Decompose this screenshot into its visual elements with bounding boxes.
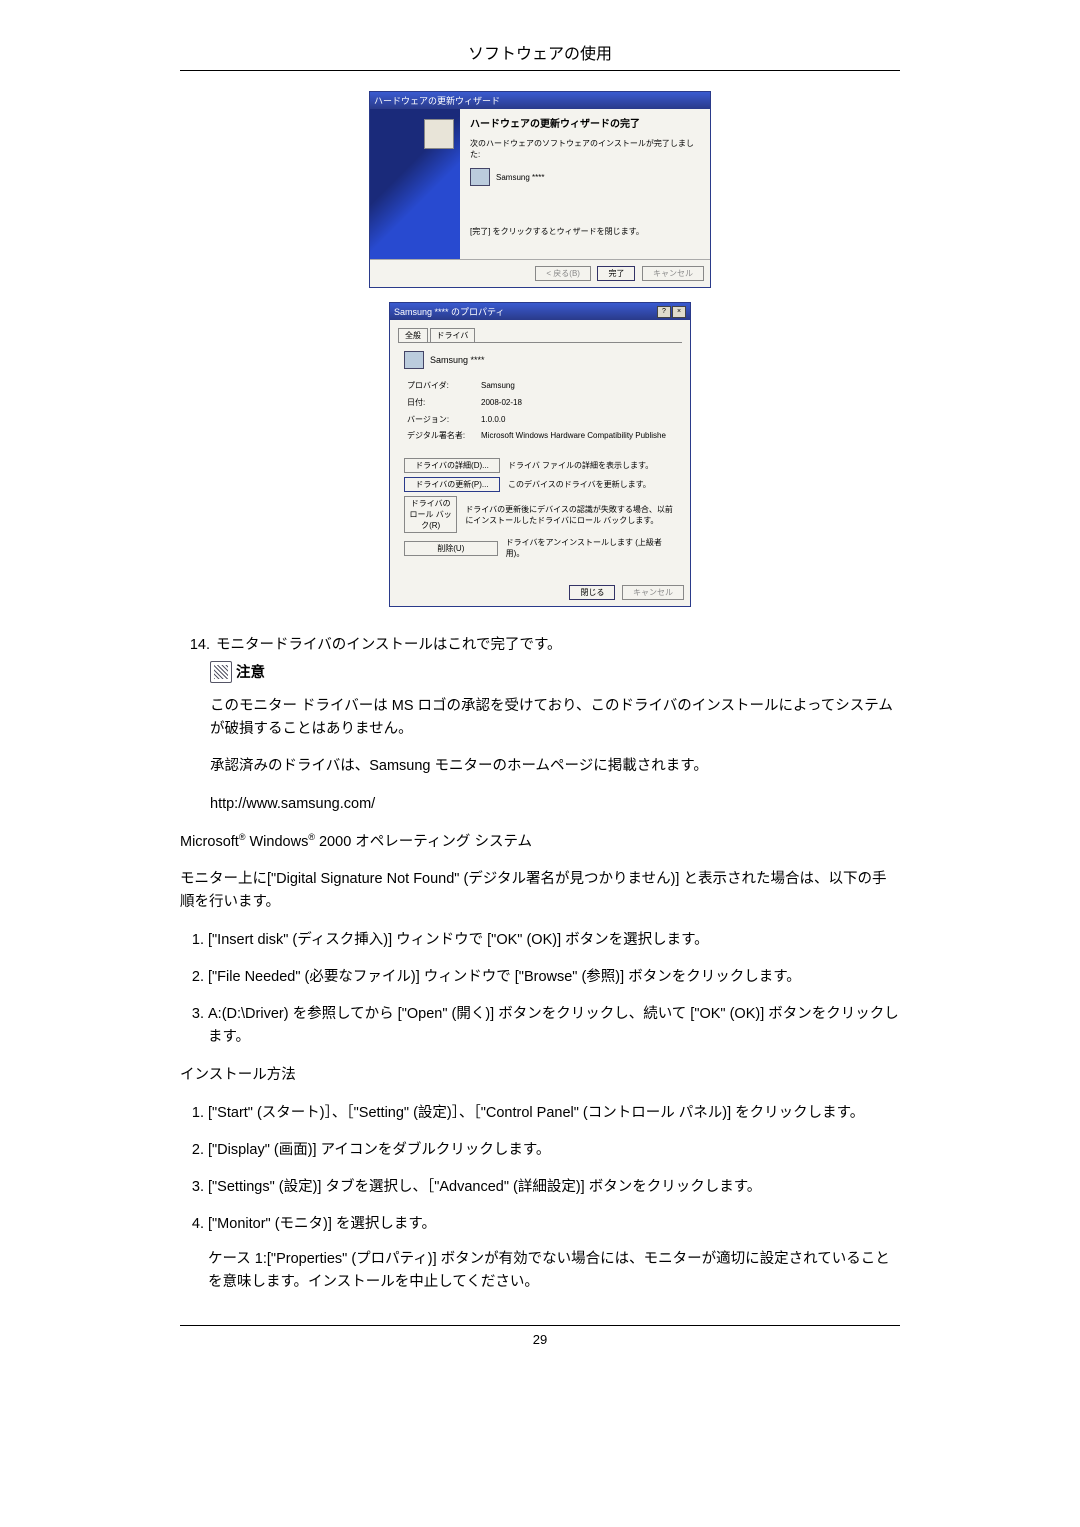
cancel-button: キャンセル [642,266,704,281]
wizard-device-name: Samsung **** [496,173,544,182]
dsnf-steps: ["Insert disk" (ディスク挿入)] ウィンドウで ["OK" (O… [180,929,900,1050]
os-heading: Microsoft® Windows® 2000 オペレーティング システム [180,830,900,854]
wizard-side-art [370,109,460,259]
embedded-screenshots: ハードウェアの更新ウィザード ハードウェアの更新ウィザードの完了 次のハードウェ… [180,91,900,607]
driver-uninstall-desc: ドライバをアンインストールします (上級者用)。 [506,537,676,559]
samsung-url: http://www.samsung.com/ [210,793,900,816]
props-titlebar: Samsung **** のプロパティ [394,305,505,318]
finish-button[interactable]: 完了 [597,266,635,281]
note-paragraph-1: このモニター ドライバーは MS ロゴの承認を受けており、このドライバのインスト… [210,695,900,741]
driver-uninstall-button[interactable]: 削除(U) [404,541,498,556]
tab-general[interactable]: 全般 [398,328,428,342]
step-14-text: モニタードライバのインストールはこれで完了です。 [216,635,900,657]
wizard-dialog: ハードウェアの更新ウィザード ハードウェアの更新ウィザードの完了 次のハードウェ… [369,91,711,288]
install-heading: インストール方法 [180,1064,900,1087]
section-title: ソフトウェアの使用 [180,40,900,64]
step-number: 14. [180,635,216,657]
driver-details-button[interactable]: ドライバの詳細(D)... [404,458,500,473]
window-controls: ?× [656,305,686,318]
help-icon[interactable]: ? [657,306,671,318]
driver-info-table: プロバイダ:Samsung 日付:2008-02-18 バージョン:1.0.0.… [404,377,669,446]
install-case-1: ケース 1:["Properties" (プロパティ)] ボタンが有効でない場合… [208,1248,900,1294]
dsnf-step-2: ["File Needed" (必要なファイル)] ウィンドウで ["Brows… [208,966,900,989]
install-disc-icon [424,119,454,149]
header-rule [180,70,900,71]
wizard-titlebar: ハードウェアの更新ウィザード [370,92,710,109]
dsnf-step-3: A:(D:\Driver) を参照してから ["Open" (開く)] ボタンを… [208,1003,900,1049]
dsnf-intro: モニター上に["Digital Signature Not Found" (デジ… [180,868,900,914]
note-label: 注意 [236,661,265,682]
install-step-1: ["Start" (スタート)］、［"Setting" (設定)］、［"Cont… [208,1102,900,1125]
props-device-name: Samsung **** [430,355,485,365]
cancel-button: キャンセル [622,585,684,600]
driver-details-desc: ドライバ ファイルの詳細を表示します。 [508,460,653,471]
monitor-icon [404,351,424,369]
driver-rollback-desc: ドライバの更新後にデバイスの認識が失敗する場合、以前にインストールしたドライバに… [465,504,676,526]
dsnf-step-1: ["Insert disk" (ディスク挿入)] ウィンドウで ["OK" (O… [208,929,900,952]
install-step-2: ["Display" (画面)] アイコンをダブルクリックします。 [208,1139,900,1162]
note-paragraph-2: 承認済みのドライバは、Samsung モニターのホームページに掲載されます。 [210,755,900,778]
back-button: < 戻る(B) [535,266,591,281]
install-steps: ["Start" (スタート)］、［"Setting" (設定)］、［"Cont… [180,1102,900,1295]
install-step-3: ["Settings" (設定)] タブを選択し、［"Advanced" (詳細… [208,1176,900,1199]
monitor-icon [470,168,490,186]
close-button[interactable]: 閉じる [569,585,615,600]
wizard-close-hint: [完了] をクリックするとウィザードを閉じます。 [470,226,700,237]
install-step-4: ["Monitor" (モニタ)] を選択します。 ケース 1:["Proper… [208,1213,900,1295]
close-icon[interactable]: × [672,306,686,318]
tab-driver[interactable]: ドライバ [430,328,476,342]
driver-update-desc: このデバイスのドライバを更新します。 [508,479,651,490]
wizard-subtext: 次のハードウェアのソフトウェアのインストールが完了しました: [470,138,700,160]
page-number: 29 [180,1332,900,1347]
footer-rule [180,1325,900,1326]
wizard-heading: ハードウェアの更新ウィザードの完了 [470,115,700,130]
driver-rollback-button[interactable]: ドライバのロール バック(R) [404,496,457,533]
note-icon [210,661,232,683]
properties-dialog: Samsung **** のプロパティ ?× 全般 ドライバ Samsung *… [389,302,691,607]
driver-update-button[interactable]: ドライバの更新(P)... [404,477,500,492]
